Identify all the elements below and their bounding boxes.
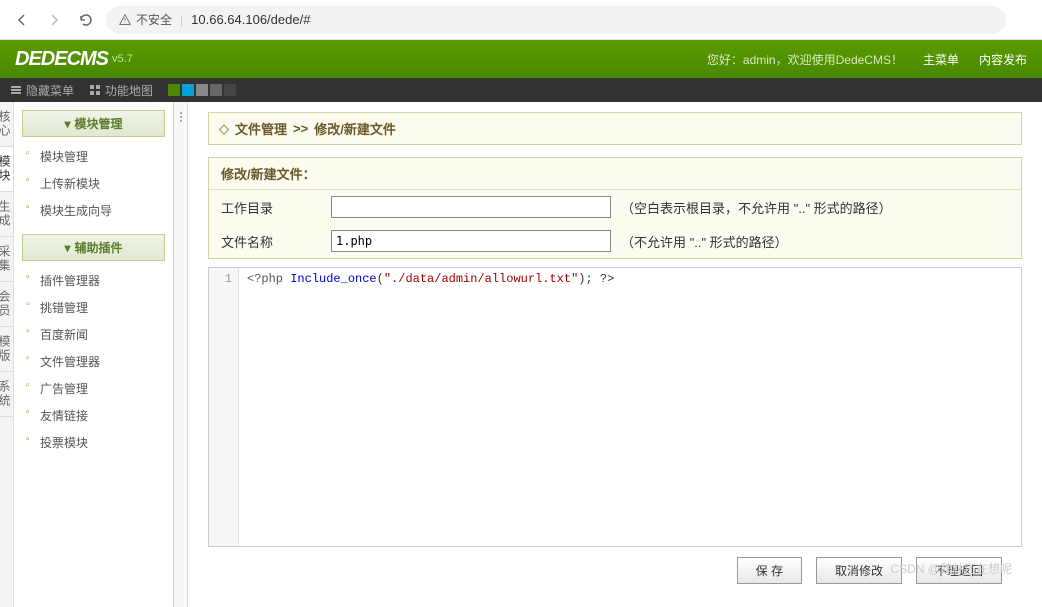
- vtab-module[interactable]: 模块: [0, 147, 13, 192]
- gutter: 1: [209, 268, 239, 546]
- function-map-link[interactable]: 功能地图: [89, 82, 153, 99]
- sidebar-section-plugin[interactable]: ▾ 辅助插件: [22, 234, 165, 261]
- back-icon[interactable]: [10, 8, 34, 32]
- insecure-label: 不安全: [136, 11, 172, 28]
- button-bar: 保 存 取消修改 不理返回 CSDN @魏林还在想呢: [208, 547, 1022, 594]
- theme-swatches: [168, 84, 236, 96]
- vtab-member[interactable]: 会员: [0, 282, 13, 327]
- work-dir-label: 工作目录: [221, 198, 321, 217]
- swatch-gray1[interactable]: [196, 84, 208, 96]
- menu-icon: [10, 84, 22, 96]
- code-area[interactable]: <?php Include_once("./data/admin/allowur…: [239, 268, 1021, 546]
- grid-icon: [89, 84, 101, 96]
- welcome-text: 您好：admin，欢迎使用DedeCMS！: [707, 51, 903, 68]
- swatch-green[interactable]: [168, 84, 180, 96]
- swatch-blue[interactable]: [182, 84, 194, 96]
- content-publish-link[interactable]: 内容发布: [979, 51, 1027, 68]
- sidebar-item-baidu-news[interactable]: 百度新闻: [22, 321, 165, 348]
- url-bar[interactable]: 不安全 | 10.66.64.106/dede/#: [106, 6, 1006, 34]
- sidebar-item-upload-module[interactable]: 上传新模块: [22, 170, 165, 197]
- sidebar-item-friend-link[interactable]: 友情链接: [22, 402, 165, 429]
- sidebar-item-ad-manage[interactable]: 广告管理: [22, 375, 165, 402]
- vtab-core[interactable]: 核心: [0, 102, 13, 147]
- watermark: CSDN @魏林还在想呢: [890, 560, 1012, 577]
- forward-icon[interactable]: [42, 8, 66, 32]
- sidebar-item-file-manager[interactable]: 文件管理器: [22, 348, 165, 375]
- form-block: 修改/新建文件： 工作目录 （空白表示根目录，不允许用 ".." 形式的路径） …: [208, 157, 1022, 259]
- sidebar-item-module-wizard[interactable]: 模块生成向导: [22, 197, 165, 224]
- sidebar: ▾ 模块管理 模块管理 上传新模块 模块生成向导 ▾ 辅助插件 插件管理器 挑错…: [14, 102, 174, 607]
- work-dir-hint: （空白表示根目录，不允许用 ".." 形式的路径）: [621, 198, 892, 217]
- version: v5.7: [112, 53, 133, 65]
- sidebar-item-error-manage[interactable]: 挑错管理: [22, 294, 165, 321]
- breadcrumb-current: 修改/新建文件: [314, 119, 396, 138]
- form-title: 修改/新建文件：: [209, 158, 1021, 190]
- reload-icon[interactable]: [74, 8, 98, 32]
- vertical-tabs: 核心 模块 生成 采集 会员 模版 系统: [0, 102, 14, 607]
- file-name-label: 文件名称: [221, 232, 321, 251]
- sidebar-section-module[interactable]: ▾ 模块管理: [22, 110, 165, 137]
- vtab-generate[interactable]: 生成: [0, 192, 13, 237]
- url-text: 10.66.64.106/dede/#: [191, 12, 310, 27]
- content-area: ◇ 文件管理 >> 修改/新建文件 修改/新建文件： 工作目录 （空白表示根目录…: [188, 102, 1042, 607]
- hide-menu-link[interactable]: 隐藏菜单: [10, 82, 74, 99]
- main-menu-link[interactable]: 主菜单: [923, 51, 959, 68]
- sub-toolbar: 隐藏菜单 功能地图: [0, 78, 1042, 102]
- browser-bar: 不安全 | 10.66.64.106/dede/#: [0, 0, 1042, 40]
- vtab-system[interactable]: 系统: [0, 372, 13, 417]
- chevron-down-icon: ▾: [64, 241, 70, 255]
- file-name-hint: （不允许用 ".." 形式的路径）: [621, 232, 788, 251]
- code-editor[interactable]: 1 <?php Include_once("./data/admin/allow…: [208, 267, 1022, 547]
- splitter[interactable]: [174, 102, 188, 607]
- chevron-down-icon: ▾: [64, 117, 70, 131]
- work-dir-input[interactable]: [331, 196, 611, 218]
- vtab-template[interactable]: 模版: [0, 327, 13, 372]
- file-name-input[interactable]: [331, 230, 611, 252]
- sidebar-item-module-manage[interactable]: 模块管理: [22, 143, 165, 170]
- sidebar-item-plugin-manager[interactable]: 插件管理器: [22, 267, 165, 294]
- save-button[interactable]: 保 存: [737, 557, 802, 584]
- swatch-gray3[interactable]: [224, 84, 236, 96]
- breadcrumb: ◇ 文件管理 >> 修改/新建文件: [208, 112, 1022, 145]
- cancel-button[interactable]: 取消修改: [816, 557, 902, 584]
- breadcrumb-root[interactable]: 文件管理: [235, 119, 287, 138]
- app-header: DEDECMS v5.7 您好：admin，欢迎使用DedeCMS！ 主菜单 内…: [0, 40, 1042, 78]
- logo: DEDECMS: [15, 48, 108, 71]
- insecure-icon: [118, 13, 132, 27]
- diamond-icon: ◇: [219, 121, 229, 137]
- swatch-gray2[interactable]: [210, 84, 222, 96]
- sidebar-item-vote-module[interactable]: 投票模块: [22, 429, 165, 456]
- vtab-collect[interactable]: 采集: [0, 237, 13, 282]
